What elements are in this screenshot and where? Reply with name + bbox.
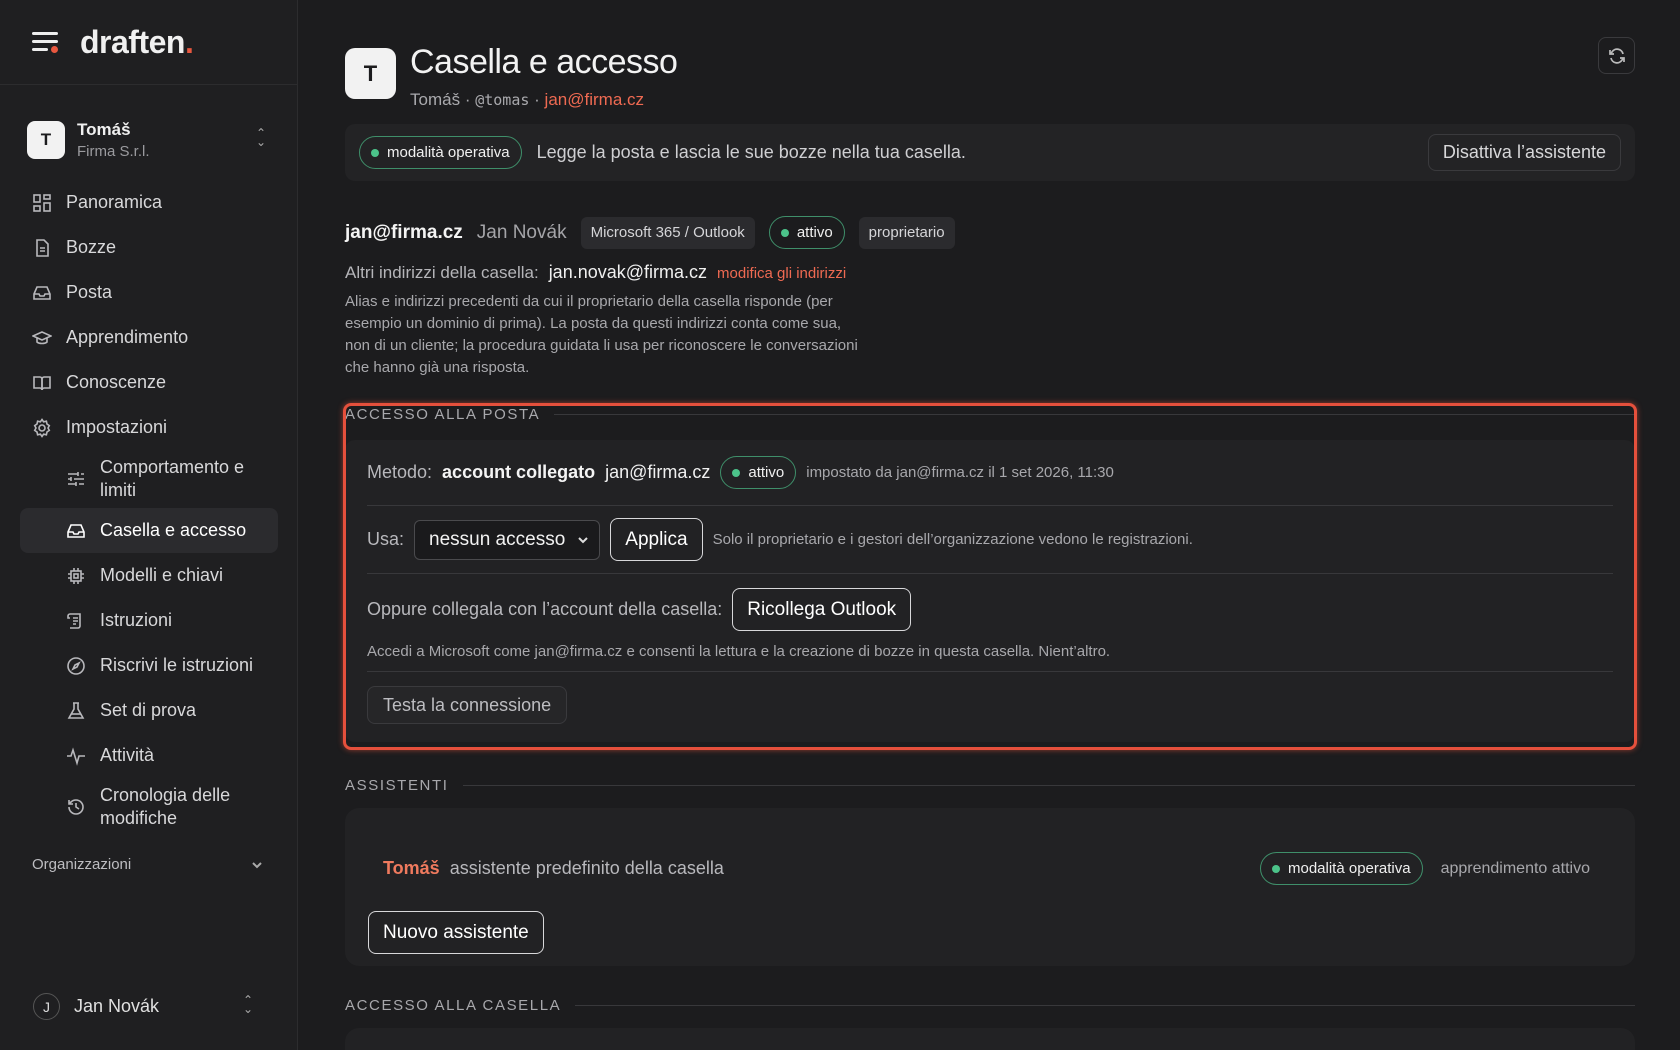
compass-icon bbox=[67, 656, 85, 675]
sidebar-item-label: Bozze bbox=[66, 237, 117, 257]
chevron-updown-icon: ⌃ ⌄ bbox=[255, 126, 266, 149]
sidebar-item-set-di-prova[interactable]: Set di prova bbox=[20, 688, 278, 733]
subtitle-handle: @tomas bbox=[475, 91, 530, 109]
brand-bar: draften. bbox=[0, 0, 297, 85]
mode-bar: modalità operativa Legge la posta e lasc… bbox=[345, 124, 1635, 181]
account-name: Tomáš bbox=[77, 120, 131, 139]
page-subtitle: Tomáš · @tomas · jan@firma.cz bbox=[410, 90, 677, 110]
subtitle-separator: · bbox=[534, 90, 540, 109]
sidebar-item-casella[interactable]: Casella e accesso bbox=[20, 508, 278, 553]
chevron-updown-icon: ⌃ ⌄ bbox=[242, 993, 253, 1016]
brand-logo: draften. bbox=[80, 23, 194, 60]
sidebar-item-label: Casella e accesso bbox=[100, 520, 247, 540]
status-dot-icon bbox=[371, 148, 379, 157]
assistant-avatar: T bbox=[345, 48, 396, 99]
sidebar-item-panoramica[interactable]: Panoramica bbox=[20, 180, 278, 225]
new-assistant-button[interactable]: Nuovo assistente bbox=[368, 911, 544, 954]
assistant-description: assistente predefinito della casella bbox=[449, 858, 724, 878]
role-tag: proprietario bbox=[858, 216, 955, 249]
account-avatar: T bbox=[27, 121, 65, 159]
status-dot-icon bbox=[1271, 864, 1280, 873]
user-menu[interactable]: J Jan Novák ⌃ ⌄ bbox=[33, 993, 265, 1020]
book-icon bbox=[33, 375, 51, 390]
sidebar-item-label: Attività bbox=[100, 745, 155, 765]
alias-row: Altri indirizzi della casella: jan.novak… bbox=[345, 262, 846, 283]
sliders-icon bbox=[68, 472, 84, 486]
sidebar-item-label: Set di prova bbox=[100, 700, 197, 720]
organizations-toggle[interactable]: Organizzazioni bbox=[32, 856, 264, 873]
status-dot-icon bbox=[780, 228, 789, 237]
edit-addresses-link[interactable]: modifica gli indirizzi bbox=[717, 265, 846, 282]
sidebar-item-bozze[interactable]: Bozze bbox=[20, 225, 278, 270]
highlight-frame bbox=[343, 403, 1637, 750]
sidebar-item-label: Riscrivi le istruzioni bbox=[100, 655, 254, 675]
mode-description: Legge la posta e lascia le sue bozze nel… bbox=[536, 142, 966, 162]
account-switcher[interactable]: T Tomáš Firma S.r.l. ⌃ ⌄ bbox=[27, 115, 272, 165]
sidebar-item-label: Apprendimento bbox=[66, 327, 189, 347]
alias-label: Altri indirizzi della casella: bbox=[345, 263, 539, 282]
sidebar: draften. T Tomáš Firma S.r.l. ⌃ ⌄ Panoram… bbox=[0, 0, 298, 1050]
activity-icon bbox=[67, 746, 85, 766]
account-org: Firma S.r.l. bbox=[77, 143, 150, 160]
alias-description: Alias e indirizzi precedenti da cui il p… bbox=[345, 293, 858, 376]
mailbox-summary: jan@firma.cz Jan Novák Microsoft 365 / O… bbox=[345, 216, 955, 249]
organizations-label: Organizzazioni bbox=[32, 856, 132, 873]
assistant-row[interactable]: Tomáš assistente predefinito della casel… bbox=[383, 852, 1590, 885]
sidebar-item-label: Istruzioni bbox=[100, 610, 173, 630]
alias-value: jan.novak@firma.cz bbox=[548, 262, 708, 282]
history-icon bbox=[68, 799, 84, 815]
inbox-icon bbox=[67, 523, 85, 538]
sidebar-item-label: Cronologia delle modifiche bbox=[100, 785, 231, 828]
document-icon bbox=[36, 238, 49, 257]
mailbox-owner: Jan Novák bbox=[476, 221, 567, 243]
sidebar-nav: Panoramica Bozze Posta Apprendimento Con… bbox=[20, 180, 278, 836]
chip-icon bbox=[68, 567, 84, 584]
sidebar-item-comportamento[interactable]: Comportamento e limiti bbox=[20, 450, 278, 508]
mailbox-email: jan@firma.cz bbox=[345, 221, 463, 243]
sidebar-item-label: Impostazioni bbox=[66, 417, 168, 437]
sidebar-item-istruzioni[interactable]: Istruzioni bbox=[20, 598, 278, 643]
subtitle-email-link[interactable]: jan@firma.cz bbox=[545, 90, 644, 109]
sidebar-item-label: Conoscenze bbox=[66, 372, 167, 392]
sidebar-item-modelli[interactable]: Modelli e chiavi bbox=[20, 553, 278, 598]
sidebar-item-posta[interactable]: Posta bbox=[20, 270, 278, 315]
sidebar-item-conoscenze[interactable]: Conoscenze bbox=[20, 360, 278, 405]
graduation-cap-icon bbox=[32, 330, 52, 344]
subtitle-separator: · bbox=[464, 90, 471, 109]
chevron-down-icon bbox=[252, 861, 262, 868]
section-title-assistants: ASSISTENTI bbox=[345, 777, 1635, 794]
flask-icon bbox=[67, 701, 85, 719]
assistant-name: Tomáš bbox=[383, 858, 440, 878]
refresh-button[interactable] bbox=[1598, 37, 1635, 74]
user-name: Jan Novák bbox=[74, 996, 160, 1016]
subtitle-name: Tomáš bbox=[410, 90, 461, 109]
sidebar-item-riscrivi[interactable]: Riscrivi le istruzioni bbox=[20, 643, 278, 688]
provider-tag: Microsoft 365 / Outlook bbox=[580, 216, 755, 249]
sidebar-item-cronologia[interactable]: Cronologia delle modifiche bbox=[20, 778, 278, 836]
sidebar-item-label: Modelli e chiavi bbox=[100, 565, 224, 585]
refresh-icon bbox=[1608, 47, 1625, 64]
disable-assistant-button[interactable]: Disattiva l’assistente bbox=[1427, 134, 1621, 171]
sidebar-item-impostazioni[interactable]: Impostazioni bbox=[20, 405, 278, 450]
inbox-icon bbox=[33, 285, 51, 300]
status-badge: attivo bbox=[768, 216, 845, 249]
page-header: T Casella e accesso Tomáš · @tomas · jan… bbox=[345, 43, 678, 110]
assistants-card: Tomáš assistente predefinito della casel… bbox=[345, 808, 1635, 966]
mailbox-access-card bbox=[345, 1028, 1635, 1050]
sidebar-item-label: Comportamento e limiti bbox=[100, 457, 245, 500]
dashboard-icon bbox=[33, 193, 51, 212]
page-title: Casella e accesso bbox=[410, 43, 678, 81]
status-badge: modalità operativa bbox=[359, 136, 522, 169]
sidebar-item-attivita[interactable]: Attività bbox=[20, 733, 278, 778]
gear-icon bbox=[33, 417, 51, 438]
sidebar-item-label: Posta bbox=[66, 282, 113, 302]
scroll-icon bbox=[67, 612, 81, 629]
status-badge: modalità operativa bbox=[1259, 852, 1423, 885]
sidebar-item-label: Panoramica bbox=[66, 192, 163, 212]
sidebar-item-apprendimento[interactable]: Apprendimento bbox=[20, 315, 278, 360]
menu-icon[interactable] bbox=[32, 32, 58, 53]
section-title-mailbox-access: ACCESSO ALLA CASELLA bbox=[345, 997, 1635, 1014]
avatar: J bbox=[33, 993, 60, 1020]
learning-status: apprendimento attivo bbox=[1440, 859, 1590, 877]
